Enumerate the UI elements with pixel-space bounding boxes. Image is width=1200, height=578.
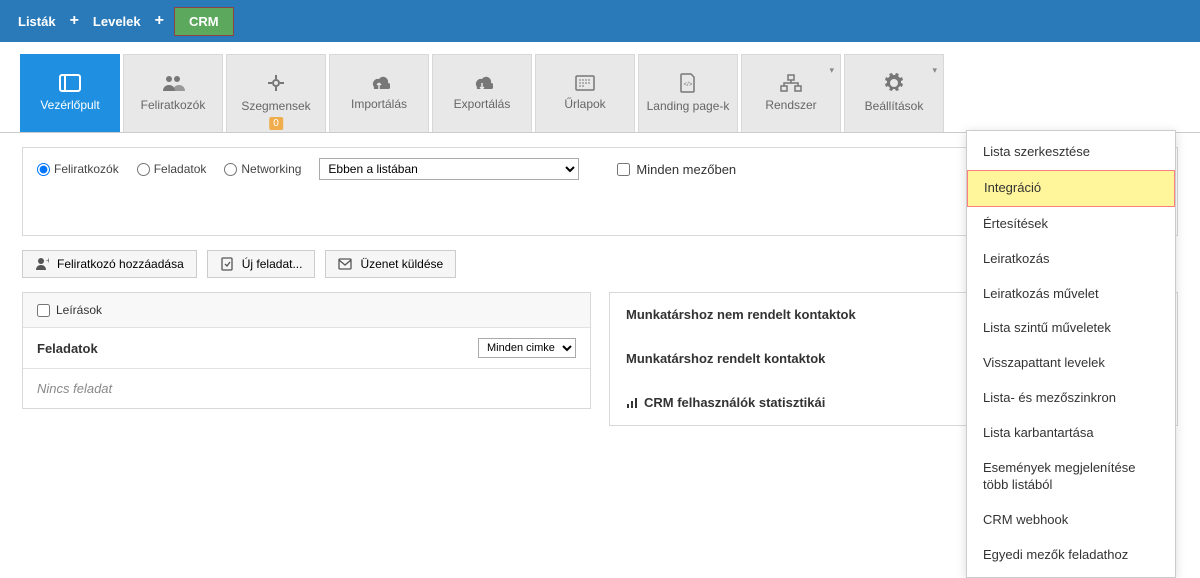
button-label: Feliratkozó hozzáadása xyxy=(57,257,184,271)
tab-label: Feliratkozók xyxy=(137,98,210,112)
tab-label: Landing page-k xyxy=(643,99,734,113)
menu-item-notifications[interactable]: Értesítések xyxy=(967,207,1175,242)
tab-segments[interactable]: Szegmensek 0 xyxy=(226,54,326,132)
checkbox-input[interactable] xyxy=(37,304,50,317)
radio-label: Feladatok xyxy=(154,162,207,176)
tag-filter-select[interactable]: Minden cimke xyxy=(478,338,576,358)
menu-item-list-actions[interactable]: Lista szintű műveletek xyxy=(967,311,1175,346)
empty-state: Nincs feladat xyxy=(23,369,590,408)
checkbox-label: Minden mezőben xyxy=(636,162,736,177)
link-label: CRM felhasználók statisztikái xyxy=(644,395,825,410)
radio-subscribers[interactable]: Feliratkozók xyxy=(37,162,119,176)
dashboard-icon xyxy=(59,74,81,92)
menu-item-integration[interactable]: Integráció xyxy=(967,170,1175,207)
menu-item-show-events[interactable]: Események megjelenítése több listából xyxy=(967,451,1175,503)
envelope-icon xyxy=(338,257,352,271)
nav-crm[interactable]: CRM xyxy=(174,7,234,36)
menu-item-unsubscribe[interactable]: Leiratkozás xyxy=(967,242,1175,277)
page-icon: </> xyxy=(680,73,696,93)
left-panel: Leírások Feladatok Minden cimke Nincs fe… xyxy=(22,292,591,409)
radio-label: Networking xyxy=(241,162,301,176)
people-icon xyxy=(161,74,185,92)
svg-text:+: + xyxy=(46,257,49,265)
menu-item-edit-list[interactable]: Lista szerkesztése xyxy=(967,135,1175,170)
settings-dropdown: Lista szerkesztése Integráció Értesítése… xyxy=(966,130,1176,578)
tab-label: Beállítások xyxy=(861,99,928,113)
panel-head-label: Leírások xyxy=(56,303,102,317)
menu-item-crm-webhook[interactable]: CRM webhook xyxy=(967,503,1175,538)
plus-icon[interactable]: + xyxy=(66,12,83,30)
tasks-header: Feladatok Minden cimke xyxy=(23,328,590,369)
hierarchy-icon xyxy=(780,74,802,92)
tab-export[interactable]: Exportálás xyxy=(432,54,532,132)
tab-system[interactable]: ▾ Rendszer xyxy=(741,54,841,132)
nav-listak[interactable]: Listák xyxy=(8,0,66,42)
menu-item-bounced[interactable]: Visszapattant levelek xyxy=(967,346,1175,381)
descriptions-toggle[interactable]: Leírások xyxy=(23,293,590,328)
target-icon xyxy=(266,73,286,93)
tab-label: Szegmensek xyxy=(237,99,314,113)
tab-import[interactable]: Importálás xyxy=(329,54,429,132)
clipboard-check-icon xyxy=(220,257,234,271)
gear-icon xyxy=(884,73,904,93)
menu-item-unsubscribe-action[interactable]: Leiratkozás művelet xyxy=(967,277,1175,312)
svg-text:</>: </> xyxy=(684,82,693,88)
add-subscriber-button[interactable]: + Feliratkozó hozzáadása xyxy=(22,250,197,278)
radio-networking[interactable]: Networking xyxy=(224,162,301,176)
bars-icon xyxy=(626,397,638,409)
radio-input[interactable] xyxy=(224,163,237,176)
radio-tasks[interactable]: Feladatok xyxy=(137,162,207,176)
tab-settings[interactable]: ▾ Beállítások xyxy=(844,54,944,132)
top-navbar: Listák + Levelek + CRM xyxy=(0,0,1200,42)
checkbox-input[interactable] xyxy=(617,163,630,176)
tab-label: Importálás xyxy=(347,97,411,111)
tab-subscribers[interactable]: Feliratkozók xyxy=(123,54,223,132)
all-fields-checkbox[interactable]: Minden mezőben xyxy=(617,162,736,177)
button-label: Új feladat... xyxy=(242,257,303,271)
tab-label: Rendszer xyxy=(761,98,820,112)
cloud-download-icon xyxy=(471,75,493,91)
tab-badge: 0 xyxy=(269,117,283,130)
tab-label: Exportálás xyxy=(450,97,515,111)
nav-levelek[interactable]: Levelek xyxy=(83,0,151,42)
send-message-button[interactable]: Üzenet küldése xyxy=(325,250,456,278)
tab-landing[interactable]: </> Landing page-k xyxy=(638,54,738,132)
chevron-down-icon: ▾ xyxy=(932,65,937,76)
radio-label: Feliratkozók xyxy=(54,162,119,176)
tab-label: Vezérlőpult xyxy=(36,98,103,112)
menu-item-custom-fields[interactable]: Egyedi mezők feladathoz xyxy=(967,538,1175,573)
chevron-down-icon: ▾ xyxy=(829,65,834,76)
plus-icon[interactable]: + xyxy=(151,12,168,30)
radio-input[interactable] xyxy=(37,163,50,176)
menu-item-list-field-sync[interactable]: Lista- és mezőszinkron xyxy=(967,381,1175,416)
link-label: Munkatárshoz rendelt kontaktok xyxy=(626,351,825,366)
tabstrip: Vezérlőpult Feliratkozók Szegmensek 0 Im… xyxy=(0,42,1200,133)
radio-input[interactable] xyxy=(137,163,150,176)
person-plus-icon: + xyxy=(35,257,49,271)
new-task-button[interactable]: Új feladat... xyxy=(207,250,316,278)
link-label: Munkatárshoz nem rendelt kontaktok xyxy=(626,307,856,322)
button-label: Üzenet küldése xyxy=(360,257,443,271)
list-scope-select[interactable]: Ebben a listában xyxy=(319,158,579,180)
tab-label: Űrlapok xyxy=(560,97,609,111)
form-icon xyxy=(575,75,595,91)
tab-forms[interactable]: Űrlapok xyxy=(535,54,635,132)
tab-dashboard[interactable]: Vezérlőpult xyxy=(20,54,120,132)
menu-item-list-maintenance[interactable]: Lista karbantartása xyxy=(967,416,1175,451)
cloud-upload-icon xyxy=(368,75,390,91)
tasks-label: Feladatok xyxy=(37,341,98,356)
